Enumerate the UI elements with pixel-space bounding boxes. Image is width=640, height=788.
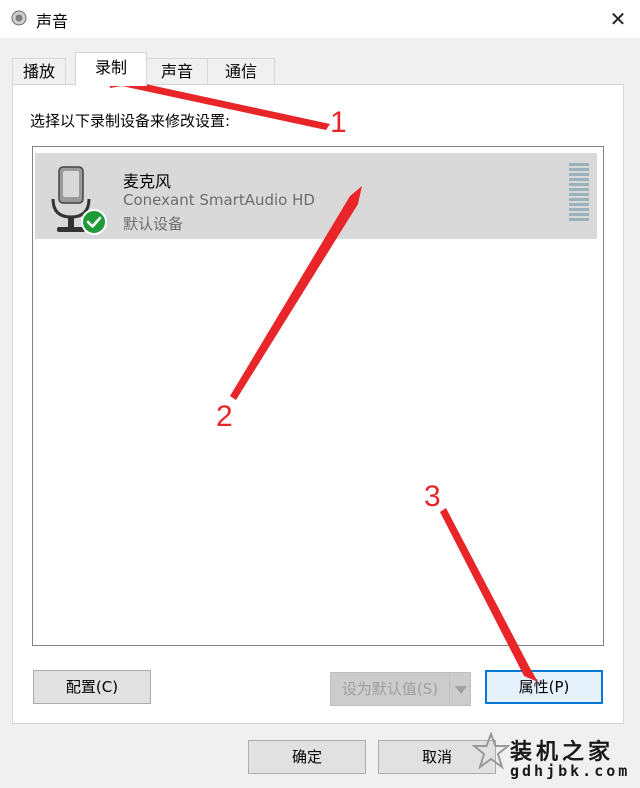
watermark: 装机之家 gdhjbk.com <box>470 728 638 786</box>
level-meter <box>569 163 589 221</box>
device-name: 麦克风 <box>123 172 172 191</box>
chevron-down-icon <box>455 686 467 694</box>
set-default-button[interactable]: 设为默认值(S) <box>330 672 450 706</box>
ok-button[interactable]: 确定 <box>248 740 366 774</box>
device-item-microphone[interactable]: 麦克风 Conexant SmartAudio HD 默认设备 <box>35 153 597 239</box>
watermark-site: gdhjbk.com <box>510 762 631 780</box>
tab-recording[interactable]: 录制 <box>75 52 147 86</box>
device-list[interactable]: 麦克风 Conexant SmartAudio HD 默认设备 <box>32 146 604 646</box>
configure-button[interactable]: 配置(C) <box>33 670 151 704</box>
title-bar: 声音 ✕ <box>0 0 640 38</box>
device-description: Conexant SmartAudio HD <box>123 191 315 209</box>
tab-communications[interactable]: 通信 <box>207 58 275 85</box>
properties-button[interactable]: 属性(P) <box>485 670 603 704</box>
checkmark-icon <box>81 209 107 235</box>
speaker-icon <box>11 10 27 26</box>
set-default-dropdown[interactable] <box>449 672 471 706</box>
window-title: 声音 <box>36 12 69 31</box>
device-status: 默认设备 <box>123 215 184 233</box>
tab-playback[interactable]: 播放 <box>12 58 66 85</box>
close-button[interactable]: ✕ <box>596 0 640 38</box>
tab-sounds[interactable]: 声音 <box>145 58 209 85</box>
close-icon: ✕ <box>609 7 627 31</box>
star-icon <box>472 732 510 770</box>
instruction-text: 选择以下录制设备来修改设置: <box>30 112 231 130</box>
